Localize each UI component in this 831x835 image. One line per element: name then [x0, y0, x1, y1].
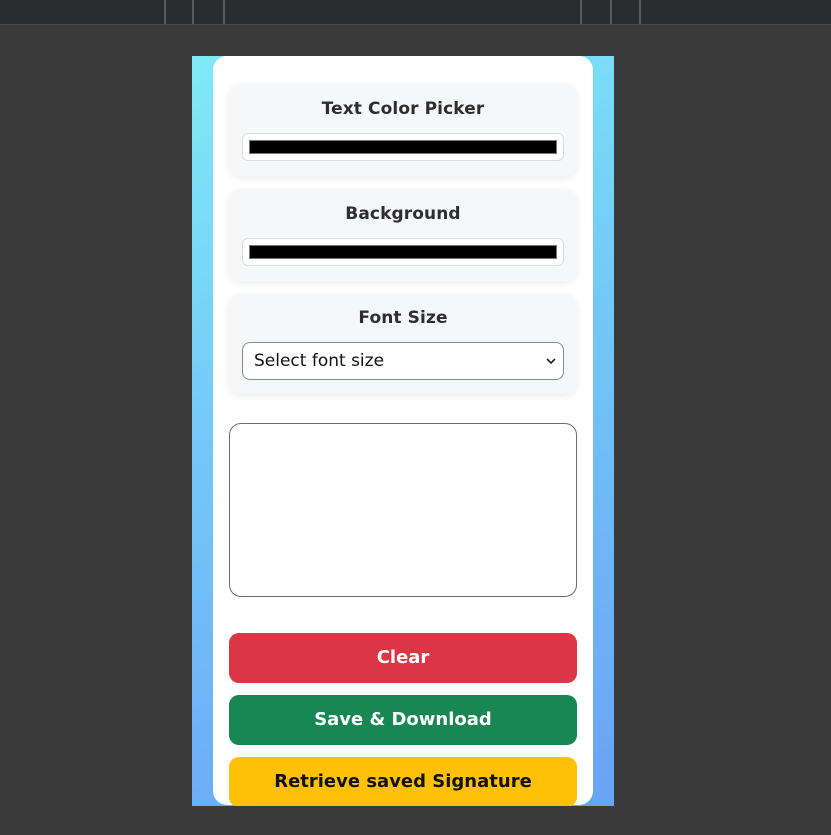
toolbar-separator	[610, 0, 612, 24]
font-size-selected-value: Select font size	[254, 351, 385, 371]
text-color-section: Text Color Picker	[229, 84, 577, 176]
retrieve-signature-button[interactable]: Retrieve saved Signature	[229, 757, 577, 806]
signature-card: Text Color Picker Background Font Size S…	[213, 56, 593, 806]
toolbar-separator	[639, 0, 641, 24]
toolbar-separator	[192, 0, 194, 24]
text-color-picker[interactable]	[242, 133, 564, 161]
clear-button[interactable]: Clear	[229, 633, 577, 683]
font-size-title: Font Size	[358, 308, 448, 328]
background-title: Background	[345, 204, 461, 224]
save-download-button[interactable]: Save & Download	[229, 695, 577, 745]
background-section: Background	[229, 189, 577, 281]
font-size-select[interactable]: Select font size	[242, 342, 564, 380]
chevron-down-icon	[546, 343, 556, 379]
background-color-swatch	[249, 245, 557, 259]
background-color-picker[interactable]	[242, 238, 564, 266]
app-viewport: Text Color Picker Background Font Size S…	[192, 56, 614, 806]
font-size-section: Font Size Select font size	[229, 294, 577, 394]
toolbar-separator	[223, 0, 225, 24]
toolbar-separator	[164, 0, 166, 24]
text-color-title: Text Color Picker	[321, 99, 485, 119]
signature-canvas[interactable]	[229, 423, 577, 597]
text-color-swatch	[249, 140, 557, 154]
browser-toolbar	[0, 0, 831, 25]
toolbar-separator	[580, 0, 582, 24]
